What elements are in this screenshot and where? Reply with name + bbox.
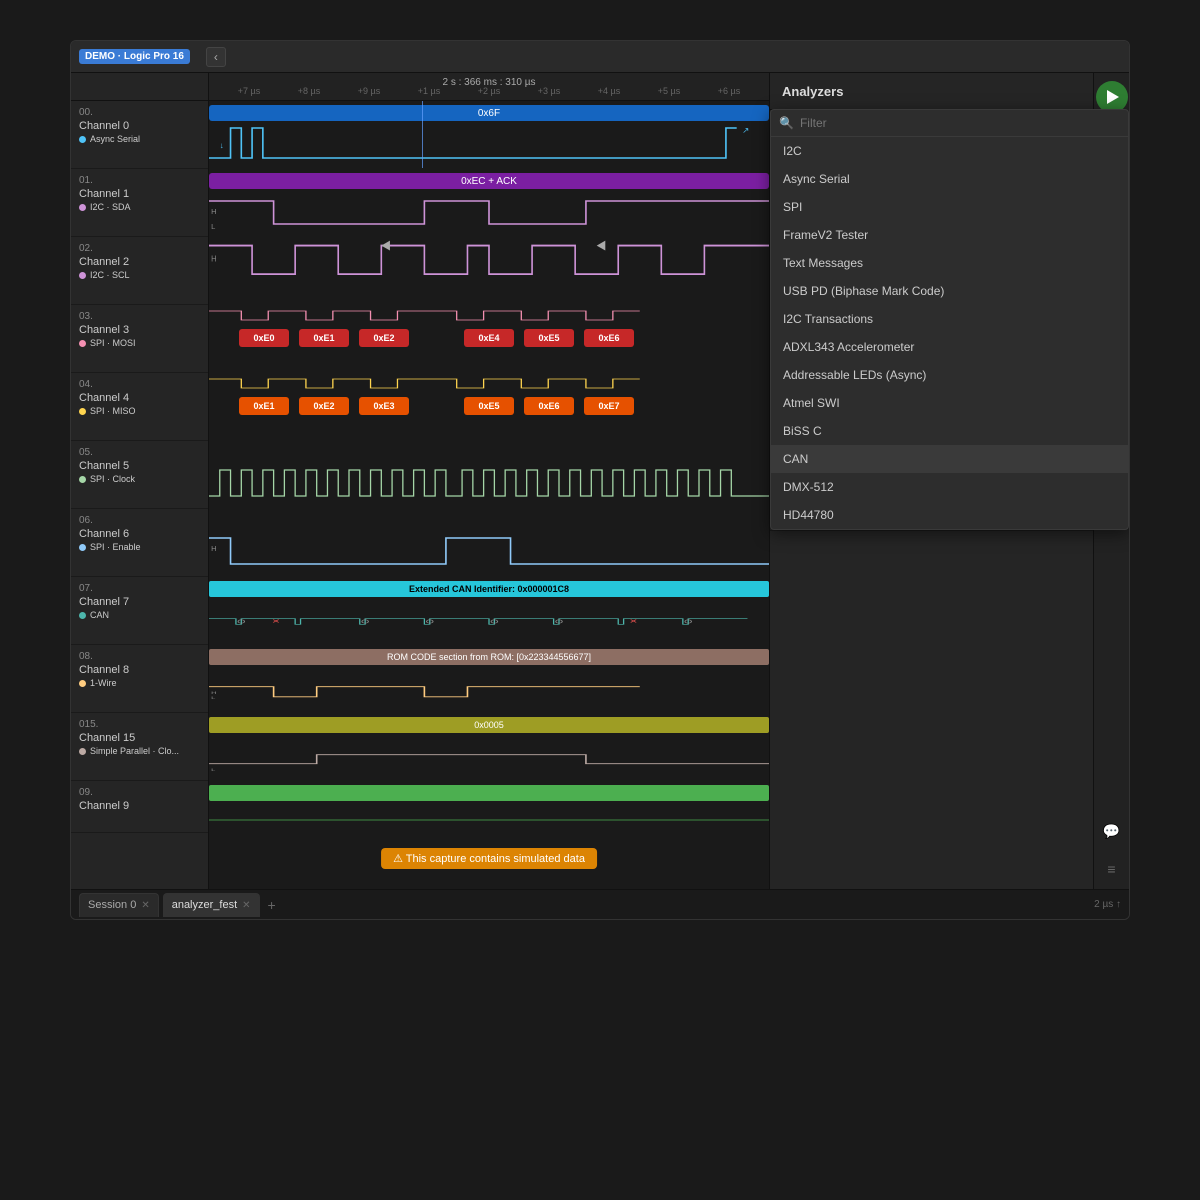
channel-item[interactable]: 07. Channel 7 CAN <box>71 577 208 645</box>
wave-row-ch1: 0xEC + ACK H L <box>209 169 769 237</box>
tab-close-analyzer-fest[interactable]: ✕ <box>242 900 250 911</box>
app-container: DEMO · Logic Pro 16 ‹ 00. Channel 0 Asyn… <box>70 40 1130 920</box>
top-bar: DEMO · Logic Pro 16 ‹ <box>71 41 1129 73</box>
wave-row-ch15: 0x0005 L <box>209 713 769 781</box>
svg-text:↓: ↓ <box>220 140 224 150</box>
analyzers-header: Analyzers + <box>770 73 1129 110</box>
svg-text:✕: ✕ <box>271 618 280 625</box>
wave-row-ch3: 0xE0 0xE1 0xE2 0xE4 0xE5 0xE6 <box>209 305 769 373</box>
main-area: 00. Channel 0 Async Serial 01. Channel 1… <box>71 73 1129 889</box>
menu-icon[interactable]: ≡ <box>1100 857 1124 881</box>
comment-icon[interactable]: 💬 <box>1100 819 1124 843</box>
wave-svg-ch9 <box>209 810 769 830</box>
wave-svg-ch6: H <box>209 526 769 576</box>
wave-svg-ch5 <box>209 458 769 508</box>
channel-item[interactable]: 06. Channel 6 SPI · Enable <box>71 509 208 577</box>
svg-text:H: H <box>211 254 217 264</box>
wave-svg-ch7: ✕ ✕ <box>209 612 769 640</box>
svg-text:L: L <box>211 222 215 231</box>
wave-svg-ch15: L <box>209 748 769 776</box>
can-ext-bar: Extended CAN Identifier: 0x000001C8 <box>209 581 769 597</box>
add-tab-button[interactable]: + <box>268 897 276 913</box>
wave-svg-ch2: H <box>209 237 769 289</box>
dropdown-item-adxl343[interactable]: ADXL343 Accelerometer <box>771 333 1128 361</box>
tab-analyzer-fest[interactable]: analyzer_fest ✕ <box>163 893 260 917</box>
dropdown-item-atmel-swi[interactable]: Atmel SWI <box>771 389 1128 417</box>
proto-bar-ch1: 0xEC + ACK <box>209 173 769 189</box>
channel-item[interactable]: 02. Channel 2 I2C · SCL <box>71 237 208 305</box>
data-section: Data i ✓ 🔍 Type to search 🔍 I2C Async Se… <box>770 309 1129 889</box>
svg-text:↗: ↗ <box>742 125 749 135</box>
rom-bar-ch8: ROM CODE section from ROM: [0x2233445566… <box>209 649 769 665</box>
channel-item[interactable]: 00. Channel 0 Async Serial <box>71 101 208 169</box>
demo-badge: DEMO · Logic Pro 16 <box>79 49 190 64</box>
zoom-level: 2 µs ↑ <box>1094 899 1121 910</box>
wave-row-ch4: 0xE1 0xE2 0xE3 0xE5 0xE6 0xE7 <box>209 373 769 441</box>
warning-bar: ⚠ This capture contains simulated data <box>381 848 597 869</box>
collapse-button[interactable]: ‹ <box>206 47 226 67</box>
svg-text:H: H <box>211 691 216 695</box>
dropdown-item-biss-c[interactable]: BiSS C <box>771 417 1128 445</box>
channel-item[interactable]: 04. Channel 4 SPI · MISO <box>71 373 208 441</box>
svg-text:H: H <box>211 544 216 553</box>
wave-row-ch6: H <box>209 509 769 577</box>
wave-row-ch8: ROM CODE section from ROM: [0x2233445566… <box>209 645 769 713</box>
proto-bar-ch0: 0x6F <box>209 105 769 121</box>
svg-text:H: H <box>211 207 216 216</box>
dropdown-item-i2c-transactions[interactable]: I2C Transactions <box>771 309 1128 333</box>
wave-row-ch5 <box>209 441 769 509</box>
ch9-bar <box>209 785 769 801</box>
tab-close-session-0[interactable]: ✕ <box>141 900 149 911</box>
dropdown-item-hd44780[interactable]: HD44780 <box>771 501 1128 529</box>
wave-row-ch0: 0x6F ↓ ↗ <box>209 101 769 169</box>
dropdown-item-dmx512[interactable]: DMX-512 <box>771 473 1128 501</box>
channel-item[interactable]: 015. Channel 15 Simple Parallel · Clo... <box>71 713 208 781</box>
channel-item[interactable]: 09. Channel 9 <box>71 781 208 833</box>
channel-item[interactable]: 01. Channel 1 I2C · SDA <box>71 169 208 237</box>
channels-sidebar: 00. Channel 0 Async Serial 01. Channel 1… <box>71 73 209 889</box>
dropdown-item-addressable-leds[interactable]: Addressable LEDs (Async) <box>771 361 1128 389</box>
timeline-center-label: 2 s : 366 ms : 310 µs <box>209 73 769 91</box>
miso-packets: 0xE1 0xE2 0xE3 0xE5 0xE6 0xE7 <box>209 373 769 440</box>
wave-row-ch9 <box>209 781 769 833</box>
dropdown-item-can[interactable]: CAN <box>771 445 1128 473</box>
channel-item[interactable]: 05. Channel 5 SPI · Clock <box>71 441 208 509</box>
channel-item[interactable]: 08. Channel 8 1-Wire <box>71 645 208 713</box>
wave-svg-ch8: H L <box>209 680 769 708</box>
analyzers-title: Analyzers <box>782 84 843 99</box>
waveform-area[interactable]: 2 s : 366 ms : 310 µs +7 µs +8 µs +9 µs … <box>209 73 769 889</box>
wave-row-ch2: H <box>209 237 769 305</box>
channel-item[interactable]: 03. Channel 3 SPI · MOSI <box>71 305 208 373</box>
mosi-packets: 0xE0 0xE1 0xE2 0xE4 0xE5 0xE6 <box>209 305 769 372</box>
wave-svg-ch0: ↓ ↗ <box>209 118 769 168</box>
wave-svg-ch1: H L <box>209 186 769 236</box>
timeline-ruler: 2 s : 366 ms : 310 µs +7 µs +8 µs +9 µs … <box>209 73 769 101</box>
waveform-rows: 0x6F ↓ ↗ 0xEC + ACK H <box>209 101 769 889</box>
play-icon <box>1107 90 1119 104</box>
right-panel: Analyzers + Async Serial ✓ I2C ✓ SPI ✓ <box>769 73 1129 889</box>
wave-row-ch7: Extended CAN Identifier: 0x000001C8 ✕ ✕ <box>209 577 769 645</box>
tab-session-0[interactable]: Session 0 ✕ <box>79 893 159 917</box>
bottom-tab-bar: Session 0 ✕ analyzer_fest ✕ + 2 µs ↑ <box>71 889 1129 919</box>
svg-text:✕: ✕ <box>629 618 638 625</box>
svg-text:L: L <box>211 768 216 772</box>
svg-text:L: L <box>211 696 216 700</box>
analyzer-dropdown: 🔍 I2C Async Serial SPI FrameV2 Tester Te… <box>770 309 1129 530</box>
simple-bar-ch15: 0x0005 <box>209 717 769 733</box>
